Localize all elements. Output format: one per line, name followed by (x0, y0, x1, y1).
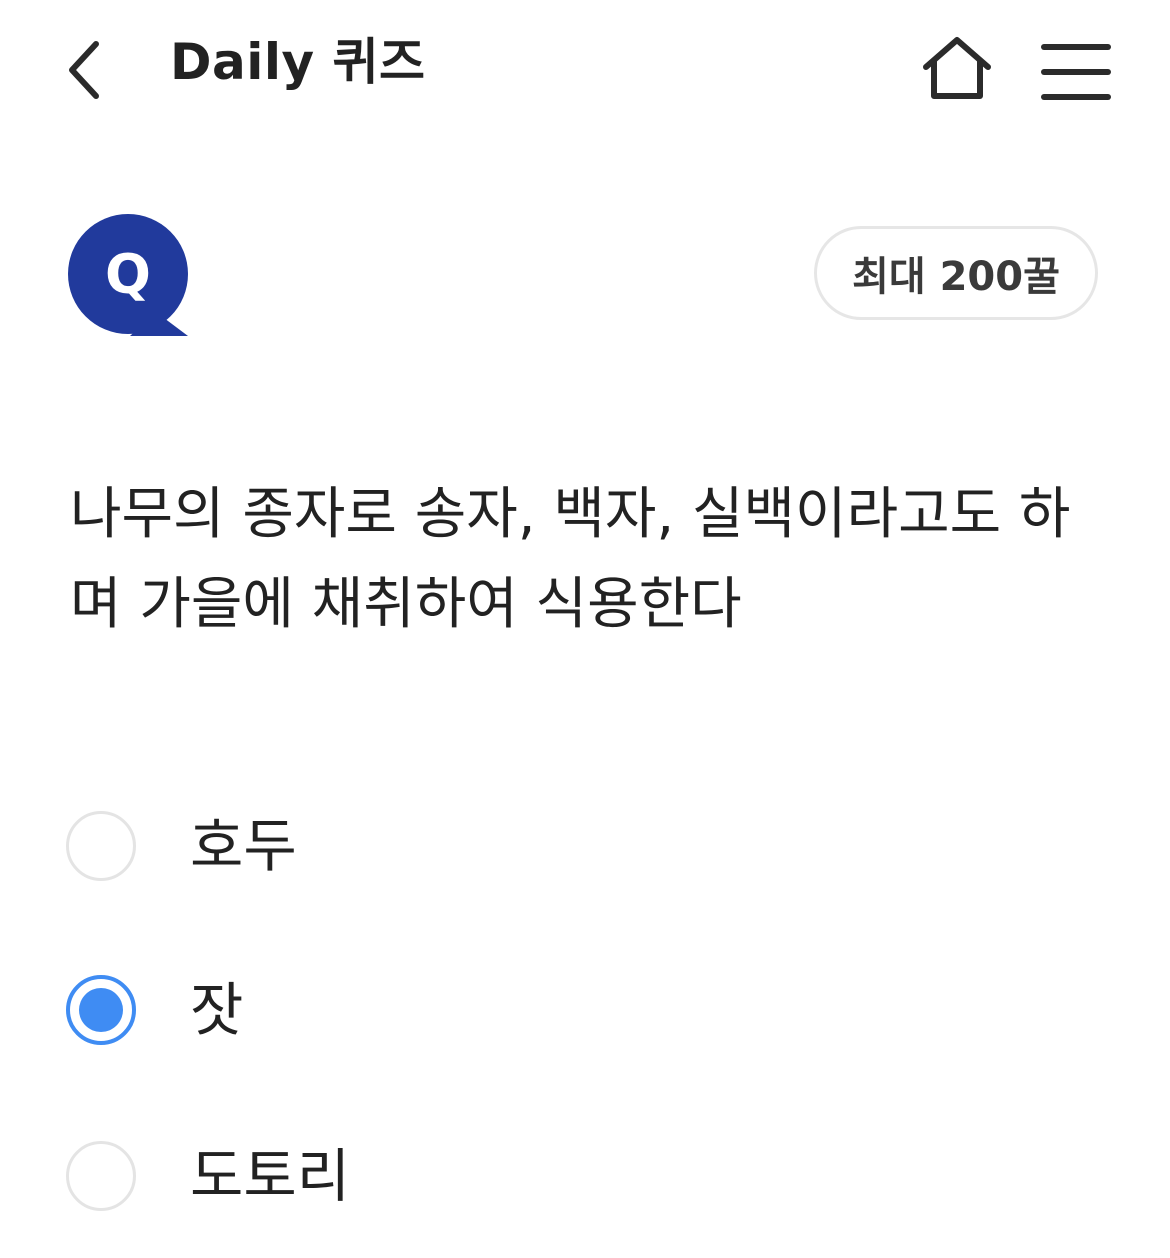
option-label: 호두 (190, 812, 297, 880)
chevron-left-icon (69, 41, 99, 99)
home-button[interactable] (918, 30, 996, 106)
option-label: 도토리 (190, 1142, 351, 1210)
hamburger-menu-icon (1041, 44, 1111, 100)
app-header: Daily 퀴즈 (0, 0, 1170, 140)
option-label: 잣 (190, 976, 244, 1044)
radio-button-selected[interactable] (66, 975, 136, 1045)
radio-dot (79, 988, 123, 1032)
home-icon (923, 37, 991, 99)
reward-badge: 최대 200꿀 (814, 226, 1098, 320)
radio-button[interactable] (66, 811, 136, 881)
question-text: 나무의 종자로 송자, 백자, 실백이라고도 하며 가을에 채취하여 식용한다 (70, 482, 1071, 637)
option-1[interactable]: 호두 (66, 804, 1106, 888)
back-button[interactable] (52, 32, 116, 108)
radio-button[interactable] (66, 1141, 136, 1211)
option-3[interactable]: 도토리 (66, 1134, 1106, 1218)
question-badge: Q (68, 214, 192, 338)
page-title: Daily 퀴즈 (170, 33, 426, 91)
option-2[interactable]: 잣 (66, 968, 1106, 1052)
question-badge-letter: Q (105, 242, 151, 306)
menu-button[interactable] (1036, 34, 1116, 106)
